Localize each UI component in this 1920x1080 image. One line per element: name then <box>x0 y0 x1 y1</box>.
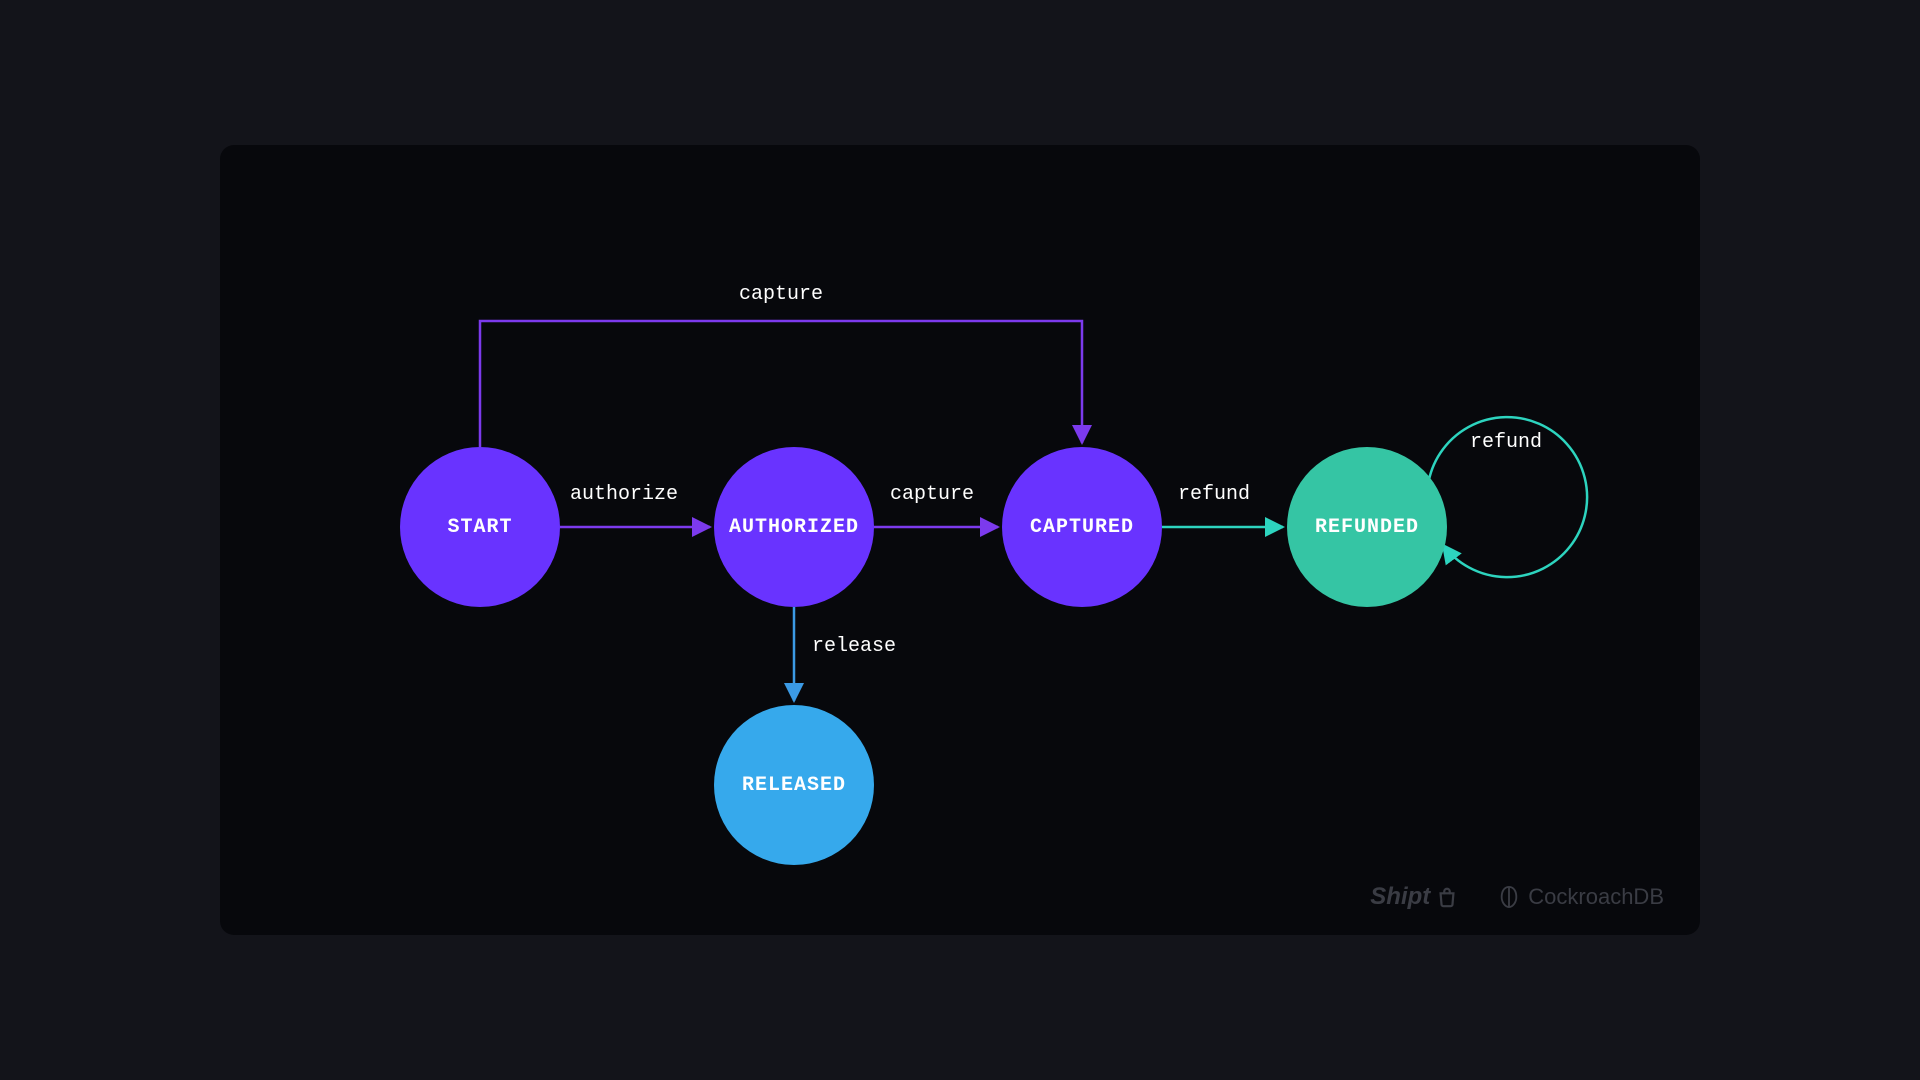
branding-row: Shipt CockroachDB <box>1370 883 1664 911</box>
state-diagram: authorize capture refund capture release… <box>220 145 1700 935</box>
node-authorized: AUTHORIZED <box>714 447 874 607</box>
node-label: REFUNDED <box>1315 516 1419 539</box>
node-label: CAPTURED <box>1030 516 1134 539</box>
node-label: AUTHORIZED <box>729 516 859 539</box>
shipt-wordmark: Shipt <box>1370 883 1430 911</box>
edge-label-capture-main: capture <box>890 483 974 506</box>
node-start: START <box>400 447 560 607</box>
shipt-logo: Shipt <box>1370 883 1458 911</box>
bag-icon <box>1436 886 1458 908</box>
edge-label-release: release <box>812 635 896 658</box>
cockroachdb-wordmark: CockroachDB <box>1528 884 1664 910</box>
edge-label-capture-top: capture <box>739 283 823 306</box>
node-captured: CAPTURED <box>1002 447 1162 607</box>
node-refunded: REFUNDED <box>1287 447 1447 607</box>
node-label: START <box>447 516 512 539</box>
node-released: RELEASED <box>714 705 874 865</box>
edge-label-refund-self: refund <box>1470 431 1542 454</box>
node-label: RELEASED <box>742 774 846 797</box>
edge-label-refund: refund <box>1178 483 1250 506</box>
cockroachdb-logo: CockroachDB <box>1498 884 1664 910</box>
cockroach-icon <box>1498 884 1520 910</box>
edge-label-authorize: authorize <box>570 483 678 506</box>
